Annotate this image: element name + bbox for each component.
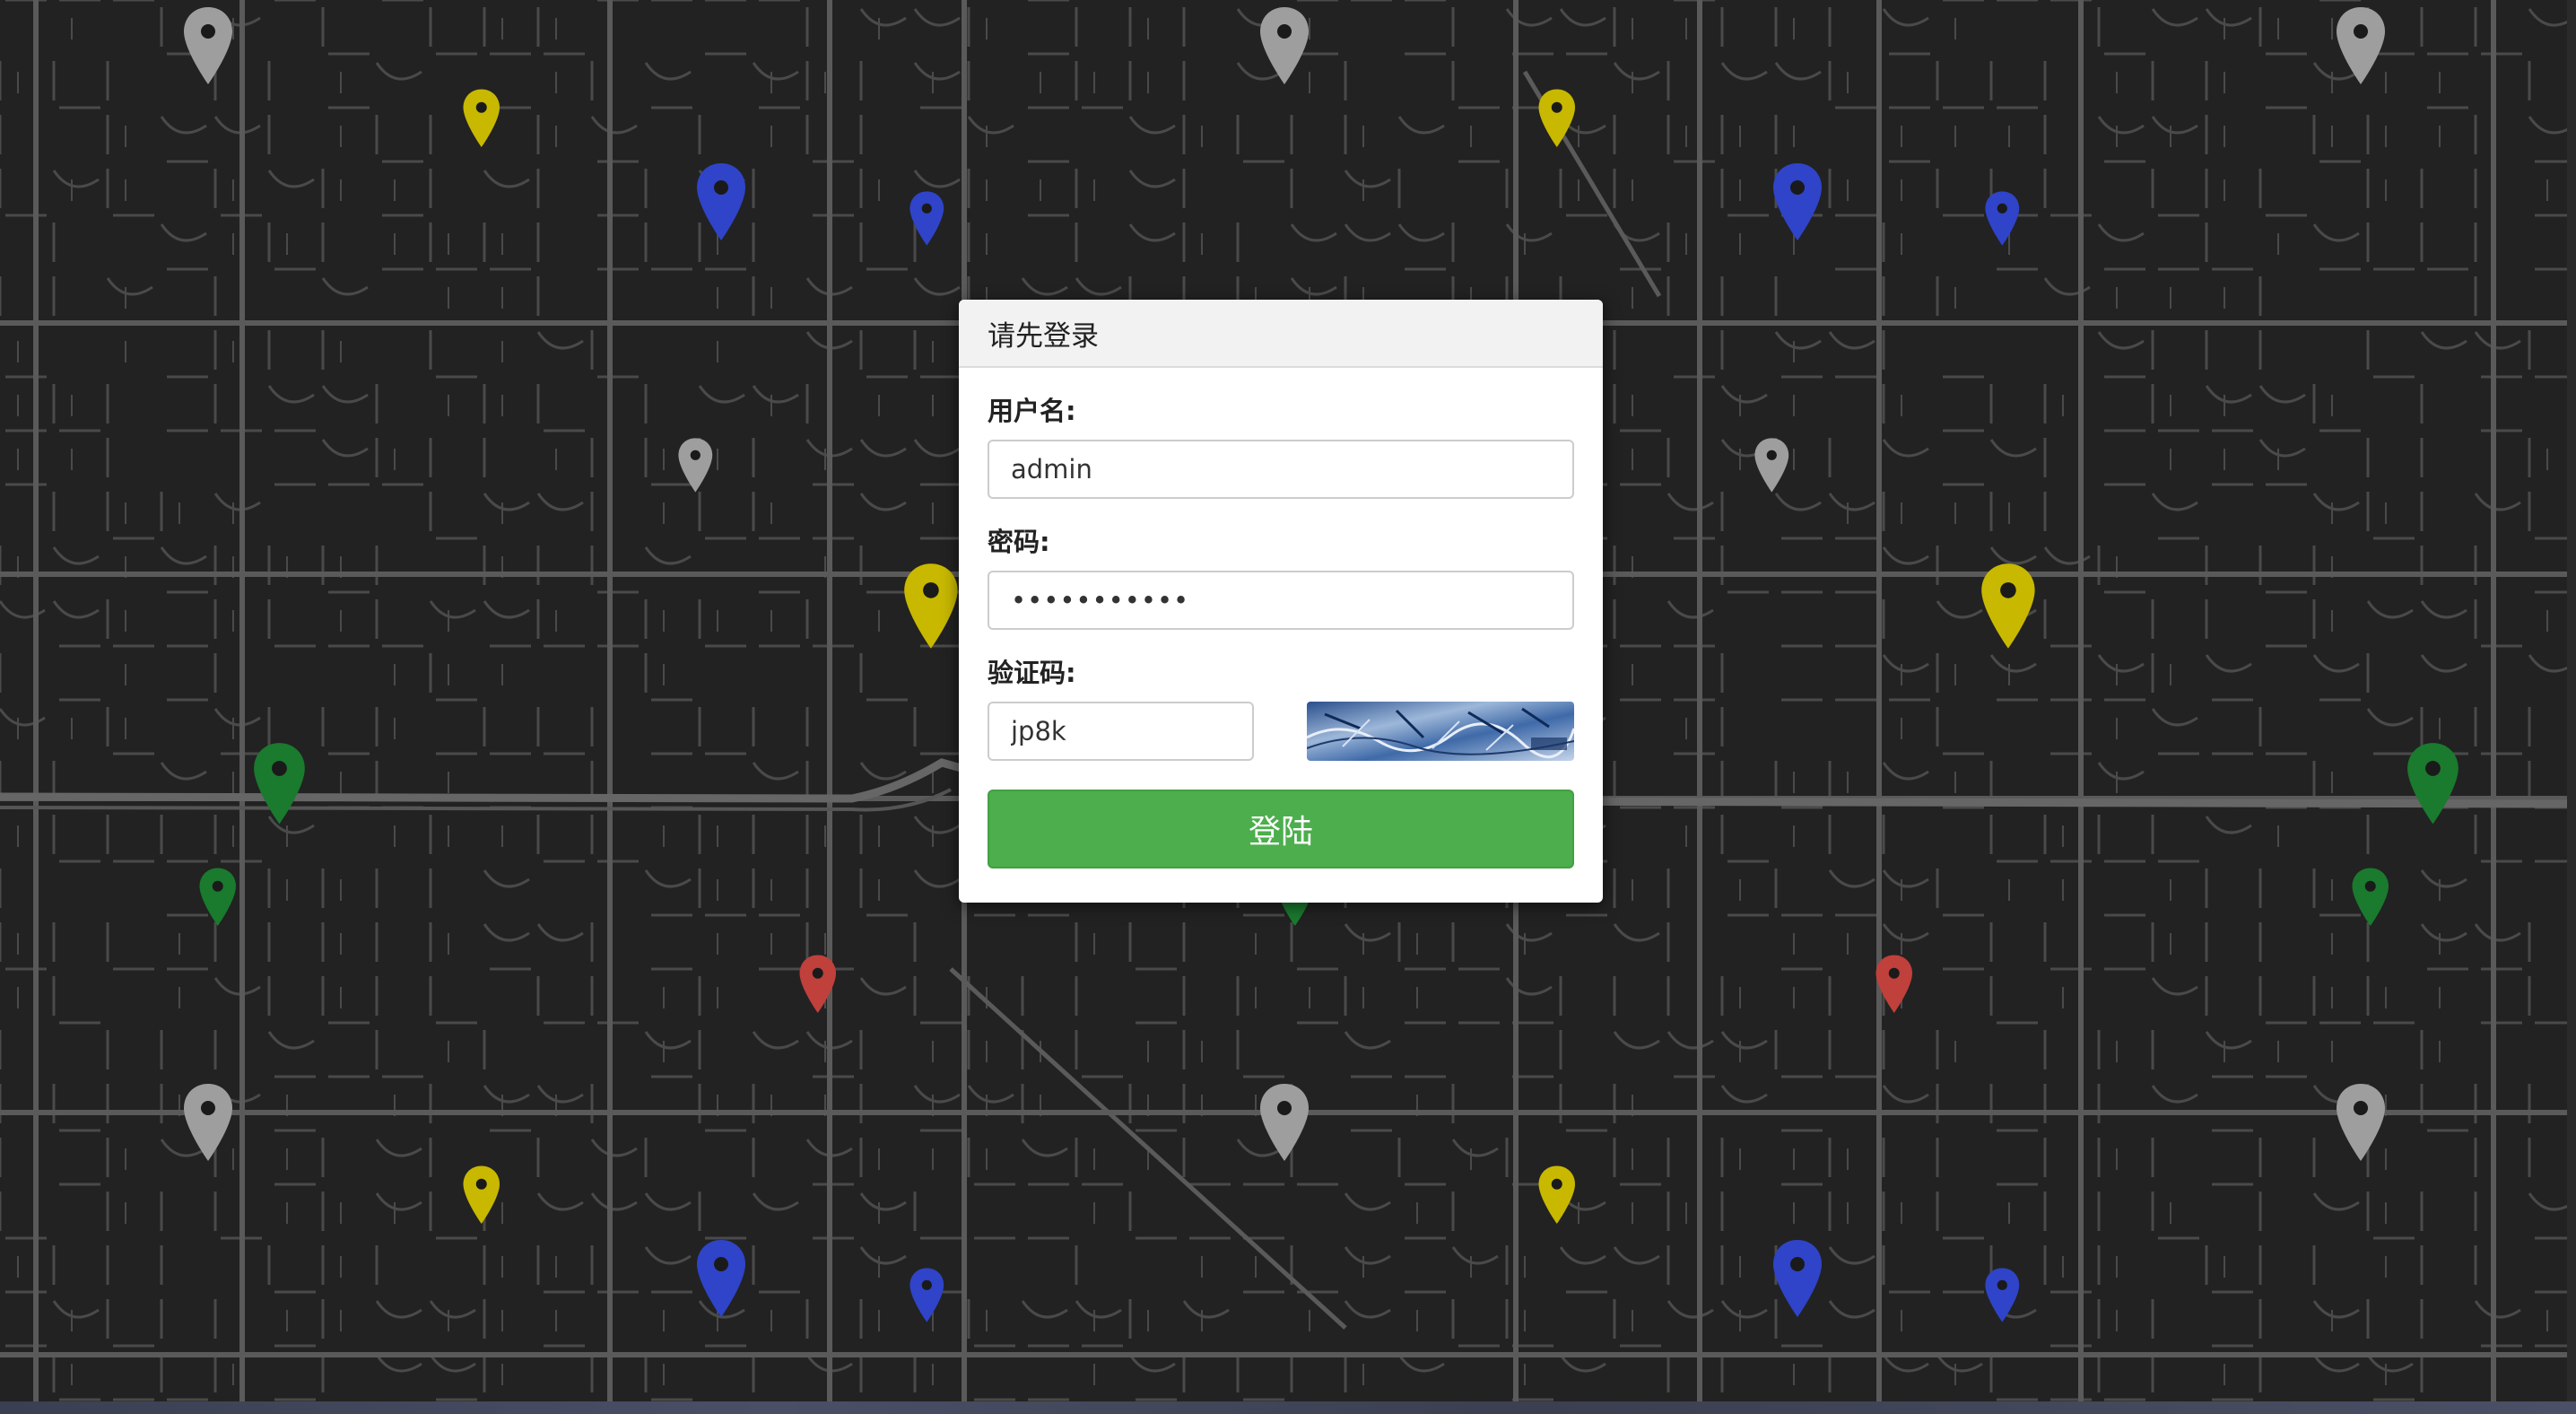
map-marker-icon[interactable] bbox=[198, 867, 238, 928]
map-marker-icon[interactable] bbox=[462, 1165, 501, 1226]
map-marker-icon[interactable] bbox=[252, 741, 307, 826]
map-marker-icon[interactable] bbox=[2335, 1082, 2387, 1163]
map-marker-icon[interactable] bbox=[1537, 88, 1577, 149]
captcha-label: 验证码: bbox=[988, 658, 1076, 688]
password-field[interactable] bbox=[988, 571, 1574, 630]
login-form: 用户名: 密码: 验证码: bbox=[959, 368, 1603, 868]
map-marker-icon[interactable] bbox=[695, 161, 747, 242]
map-marker-icon[interactable] bbox=[1984, 190, 2021, 247]
window-edge bbox=[2567, 0, 2576, 1414]
map-marker-icon[interactable] bbox=[909, 1267, 945, 1323]
bottom-strip bbox=[0, 1401, 2576, 1414]
map-marker-icon[interactable] bbox=[182, 5, 234, 86]
map-marker-icon[interactable] bbox=[902, 562, 960, 650]
map-marker-icon[interactable] bbox=[1537, 1165, 1577, 1226]
map-marker-icon[interactable] bbox=[2335, 5, 2387, 86]
map-marker-icon[interactable] bbox=[677, 437, 714, 493]
captcha-field[interactable] bbox=[988, 702, 1254, 761]
map-marker-icon[interactable] bbox=[2351, 867, 2390, 928]
captcha-group: 验证码: bbox=[988, 657, 1574, 761]
password-label: 密码: bbox=[988, 527, 1050, 557]
map-marker-icon[interactable] bbox=[1984, 1267, 2021, 1323]
map-marker-icon[interactable] bbox=[1258, 1082, 1310, 1163]
login-button[interactable]: 登陆 bbox=[988, 790, 1574, 868]
map-marker-icon[interactable] bbox=[1771, 161, 1823, 242]
map-marker-icon[interactable] bbox=[462, 88, 501, 149]
map-marker-icon[interactable] bbox=[1754, 437, 1790, 493]
map-marker-icon[interactable] bbox=[1771, 1238, 1823, 1319]
map-marker-icon[interactable] bbox=[695, 1238, 747, 1319]
captcha-image[interactable] bbox=[1307, 702, 1574, 761]
map-marker-icon[interactable] bbox=[798, 954, 838, 1015]
map-marker-icon[interactable] bbox=[182, 1082, 234, 1163]
dialog-title: 请先登录 bbox=[988, 319, 1099, 353]
username-label: 用户名: bbox=[988, 396, 1076, 426]
username-field[interactable] bbox=[988, 440, 1574, 499]
captcha-row bbox=[988, 702, 1574, 761]
password-group: 密码: bbox=[988, 526, 1574, 630]
dialog-header: 请先登录 bbox=[959, 300, 1603, 368]
map-marker-icon[interactable] bbox=[909, 190, 945, 247]
map-marker-icon[interactable] bbox=[1875, 954, 1914, 1015]
username-group: 用户名: bbox=[988, 395, 1574, 499]
map-marker-icon[interactable] bbox=[1258, 5, 1310, 86]
map-marker-icon[interactable] bbox=[2406, 741, 2460, 826]
map-page: 请先登录 用户名: 密码: 验证码: bbox=[0, 0, 2576, 1414]
map-marker-icon[interactable] bbox=[1980, 562, 2037, 650]
login-dialog: 请先登录 用户名: 密码: 验证码: bbox=[959, 300, 1603, 903]
